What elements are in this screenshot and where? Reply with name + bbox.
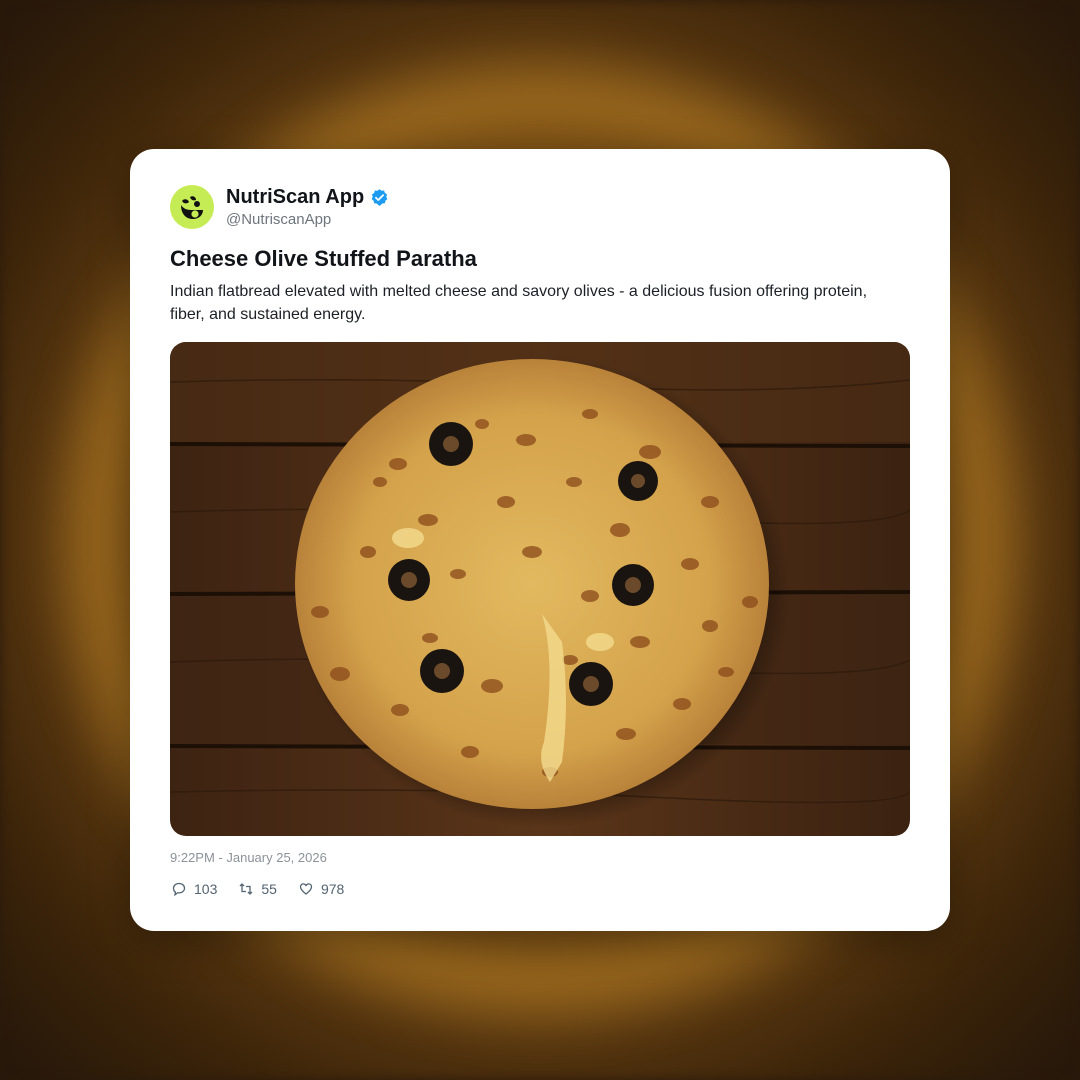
repost-count: 55 [261,881,277,897]
nutriscan-logo-icon [181,196,203,219]
post-description: Indian flatbread elevated with melted ch… [170,283,868,323]
like-button[interactable]: 978 [299,881,344,897]
post-header: NutriScan App @NutriscanApp [170,185,389,229]
post-image[interactable] [170,342,910,836]
post-timestamp[interactable]: 9:22PM - January 25, 2026 [170,850,327,865]
account-handle[interactable]: @NutriscanApp [226,211,389,228]
paratha-photo [170,342,910,836]
account-name[interactable]: NutriScan App [226,186,364,209]
comment-bubble-icon [172,882,186,896]
avatar[interactable] [170,185,214,229]
reply-count: 103 [194,881,218,897]
heart-icon [299,883,313,895]
post-title: Cheese Olive Stuffed Paratha [170,246,477,271]
like-count: 978 [320,881,345,897]
engagement-stats: 103 55 978 [172,881,366,897]
post-card: NutriScan App @NutriscanApp Cheese Olive… [130,149,950,931]
reply-button[interactable]: 103 [172,881,217,897]
verified-badge-icon [371,189,388,206]
repost-button[interactable]: 55 [239,881,277,897]
account-identity: NutriScan App @NutriscanApp [226,186,389,228]
repost-arrows-icon [239,883,253,895]
